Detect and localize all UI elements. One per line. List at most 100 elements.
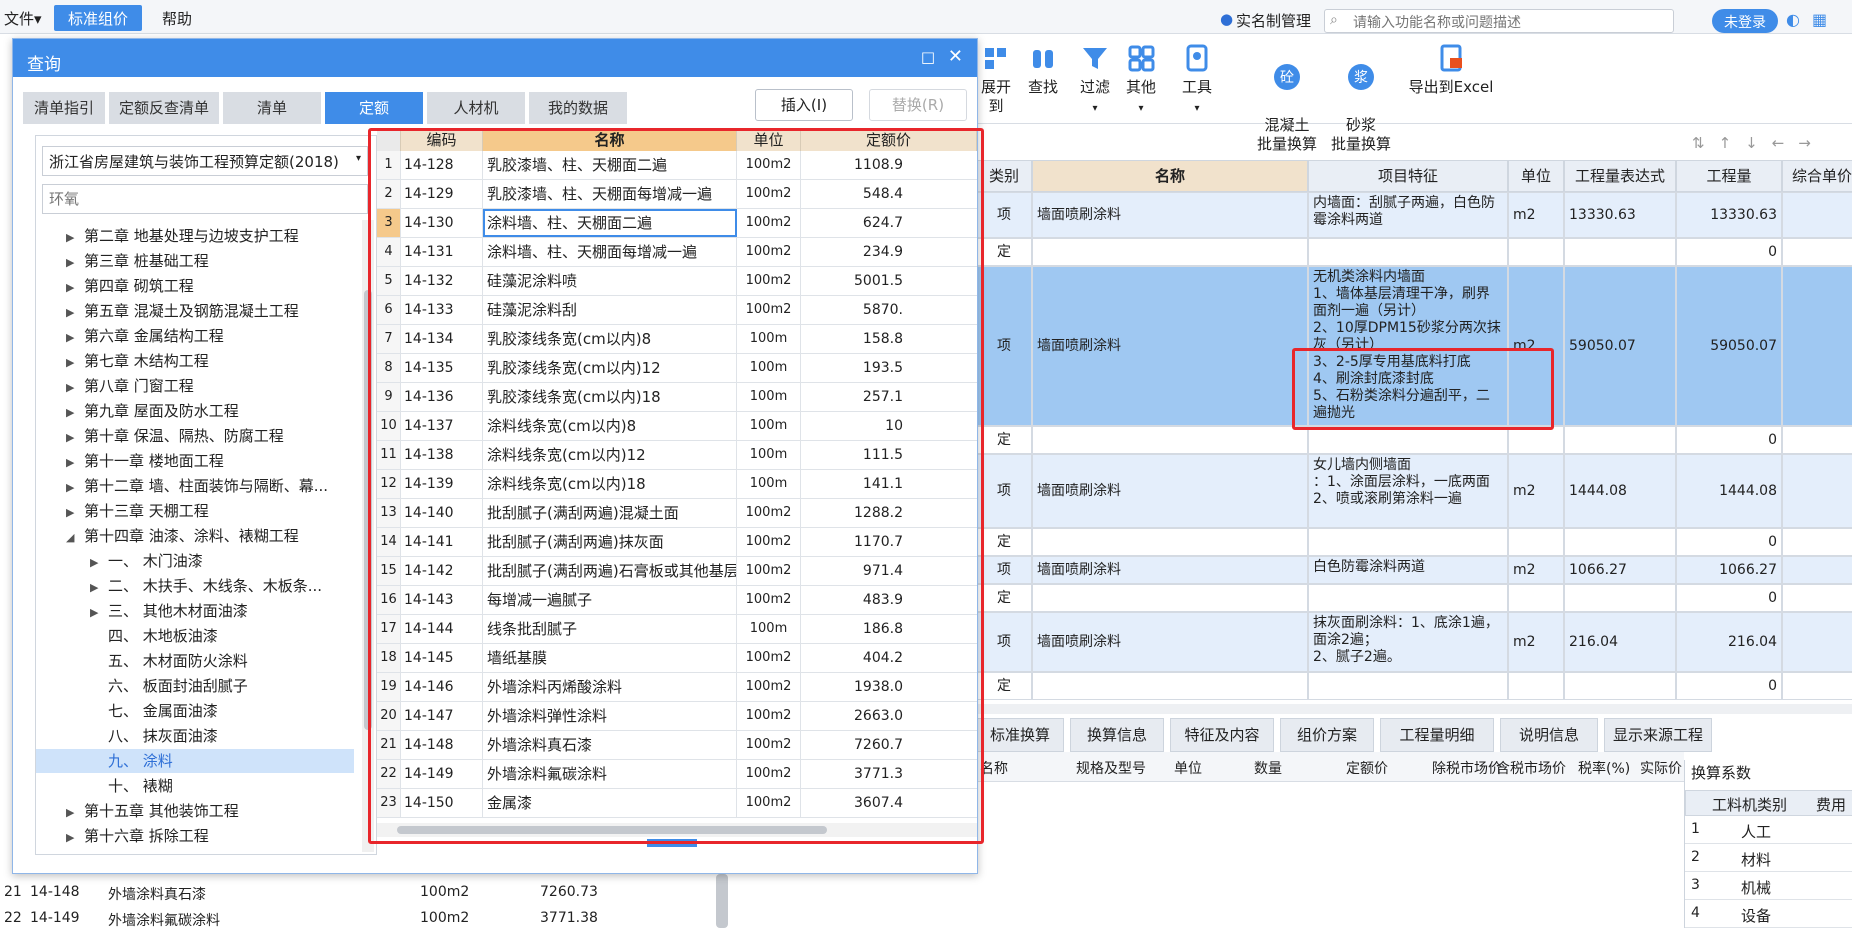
grid-cell-unit[interactable]: m2	[1508, 556, 1564, 584]
ribbon-tools[interactable]: 工具 ▾	[1172, 42, 1222, 118]
grid-cell-expr[interactable]: 1444.08	[1564, 454, 1676, 528]
grid-cell-name[interactable]: 墙面喷刷涂料	[1032, 556, 1308, 584]
conversion-row[interactable]: 3 机械	[1685, 872, 1852, 900]
ribbon-expand[interactable]: 展开到	[976, 42, 1016, 116]
behind-scrollbar[interactable]	[716, 874, 728, 928]
menu-help[interactable]: 帮助	[162, 8, 192, 29]
grid-cell-name[interactable]: 墙面喷刷涂料	[1032, 612, 1308, 672]
grid-cell-expr[interactable]	[1564, 238, 1676, 266]
grid-cell-qty[interactable]: 0	[1676, 528, 1782, 556]
grid-cell-unit[interactable]	[1508, 672, 1564, 700]
chevron-right-icon[interactable]: ▶	[66, 226, 78, 250]
grid-cell-feature[interactable]: 白色防霉涂料两道	[1308, 556, 1508, 584]
tree-node[interactable]: ▶ 一、 木门油漆	[36, 549, 354, 573]
grid-cell-name[interactable]	[1032, 528, 1308, 556]
grid-cell-unit[interactable]: m2	[1508, 192, 1564, 238]
grid-cell-feature[interactable]	[1308, 528, 1508, 556]
tree-node[interactable]: ▶ 第六章 金属结构工程	[36, 324, 354, 348]
grid-cell-feature[interactable]: 抹灰面刷涂料：1、底涂1遍，面涂2遍； 2、腻子2遍。	[1308, 612, 1508, 672]
tab-quota-reverse[interactable]: 定额反查清单	[109, 92, 219, 124]
dialog-titlebar[interactable]: 查询 □ ✕	[13, 39, 977, 77]
chevron-right-icon[interactable]: ▶	[66, 376, 78, 400]
tree-node[interactable]: ▶ 第十六章 拆除工程	[36, 824, 354, 848]
grid-cell-name[interactable]: 墙面喷刷涂料	[1032, 266, 1308, 426]
grid-cell-qty[interactable]: 1444.08	[1676, 454, 1782, 528]
grid-cell-price[interactable]	[1782, 266, 1852, 426]
grid-cell-unit[interactable]	[1508, 238, 1564, 266]
ribbon-other[interactable]: 其他 ▾	[1118, 42, 1164, 118]
grid-cell-expr[interactable]	[1564, 528, 1676, 556]
search-input[interactable]	[1324, 9, 1674, 33]
chevron-right-icon[interactable]: ◢	[66, 526, 78, 550]
grid-cell-price[interactable]	[1782, 528, 1852, 556]
grid-cell-expr[interactable]	[1564, 584, 1676, 612]
chevron-right-icon[interactable]: ▶	[66, 501, 78, 525]
grid-cell-price[interactable]	[1782, 672, 1852, 700]
grid-cell-qty[interactable]: 1066.27	[1676, 556, 1782, 584]
grid-cell-expr[interactable]: 59050.07	[1564, 266, 1676, 426]
grid-cell-expr[interactable]: 1066.27	[1564, 556, 1676, 584]
replace-button[interactable]: 替换(R)	[869, 89, 967, 121]
chevron-right-icon[interactable]: ▶	[66, 826, 78, 850]
grid-cell-price[interactable]	[1782, 454, 1852, 528]
grid-cell-name[interactable]	[1032, 584, 1308, 612]
grid-cell-type[interactable]: 定	[976, 238, 1032, 266]
apps-icon[interactable]: ▦	[1812, 10, 1827, 29]
chevron-right-icon[interactable]: ▶	[66, 276, 78, 300]
bottom-tab[interactable]: 换算信息	[1070, 718, 1164, 752]
grid-cell-price[interactable]	[1782, 238, 1852, 266]
grid-cell-price[interactable]	[1782, 612, 1852, 672]
grid-cell-qty[interactable]: 216.04	[1676, 612, 1782, 672]
grid-cell-type[interactable]: 项	[976, 266, 1032, 426]
tab-bill[interactable]: 清单	[223, 92, 321, 124]
grid-cell-qty[interactable]: 59050.07	[1676, 266, 1782, 426]
bottom-tab[interactable]: 说明信息	[1500, 718, 1598, 752]
chevron-right-icon[interactable]: ▶	[66, 326, 78, 350]
grid-cell-feature[interactable]	[1308, 584, 1508, 612]
grid-cell-name[interactable]: 墙面喷刷涂料	[1032, 454, 1308, 528]
grid-cell-type[interactable]: 定	[976, 426, 1032, 454]
tree-node[interactable]: ▶ 第十三章 天棚工程	[36, 499, 354, 523]
row-nav-arrows[interactable]: ⇅↑↓←→	[1692, 134, 1825, 152]
grid-cell-type[interactable]: 项	[976, 454, 1032, 528]
chevron-right-icon[interactable]: ▶	[66, 851, 78, 852]
grid-cell-price[interactable]	[1782, 584, 1852, 612]
ribbon-concrete[interactable]: 砼 混凝土 批量换算	[1252, 42, 1322, 154]
grid-cell-type[interactable]: 定	[976, 528, 1032, 556]
grid-cell-unit[interactable]: m2	[1508, 454, 1564, 528]
grid-cell-name[interactable]	[1032, 426, 1308, 454]
bottom-tab[interactable]: 特征及内容	[1170, 718, 1274, 752]
tree-node[interactable]: ▶第十七章 构筑物、附属工程	[36, 849, 354, 852]
grid-cell-price[interactable]	[1782, 192, 1852, 238]
grid-cell-name[interactable]: 墙面喷刷涂料	[1032, 192, 1308, 238]
tree-node[interactable]: ▶ 第十二章 墙、柱面装饰与隔断、幕...	[36, 474, 354, 498]
grid-cell-name[interactable]	[1032, 672, 1308, 700]
menu-file[interactable]: 文件▾	[4, 8, 42, 29]
tree-node[interactable]: ▶ 第九章 屋面及防水工程	[36, 399, 354, 423]
tree-node[interactable]: ▶ 第十五章 其他装饰工程	[36, 799, 354, 823]
ribbon-filter[interactable]: 过滤 ▾	[1072, 42, 1118, 118]
conversion-row[interactable]: 4 设备	[1685, 900, 1852, 928]
chevron-right-icon[interactable]: ▶	[90, 576, 102, 600]
chevron-right-icon[interactable]: ▶	[90, 551, 102, 575]
login-button[interactable]: 未登录	[1712, 9, 1778, 33]
behind-row[interactable]: 21 14-148 外墙涂料真石漆 100m2 7260.73	[0, 880, 740, 908]
chevron-right-icon[interactable]: ▶	[66, 351, 78, 375]
headset-icon[interactable]: ◐	[1786, 10, 1800, 29]
tree-node[interactable]: ▶ 第三章 桩基础工程	[36, 249, 354, 273]
grid-cell-qty[interactable]: 13330.63	[1676, 192, 1782, 238]
tree-node[interactable]: ▶ 第二章 地基处理与边坡支护工程	[36, 224, 354, 248]
tree-node[interactable]: 六、 板面封油刮腻子	[36, 674, 354, 698]
filter-input[interactable]	[42, 184, 368, 214]
bottom-tab[interactable]: 显示来源工程	[1604, 718, 1712, 752]
grid-cell-price[interactable]	[1782, 426, 1852, 454]
grid-cell-expr[interactable]	[1564, 426, 1676, 454]
tab-my-data[interactable]: 我的数据	[529, 92, 627, 124]
chevron-right-icon[interactable]: ▶	[66, 476, 78, 500]
bottom-tab[interactable]: 组价方案	[1280, 718, 1374, 752]
ribbon-mortar[interactable]: 浆 砂浆 批量换算	[1326, 42, 1396, 154]
grid-cell-unit[interactable]: m2	[1508, 612, 1564, 672]
grid-cell-type[interactable]: 定	[976, 584, 1032, 612]
grid-hscrollbar[interactable]	[976, 704, 1852, 714]
close-icon[interactable]: ✕	[948, 46, 963, 67]
